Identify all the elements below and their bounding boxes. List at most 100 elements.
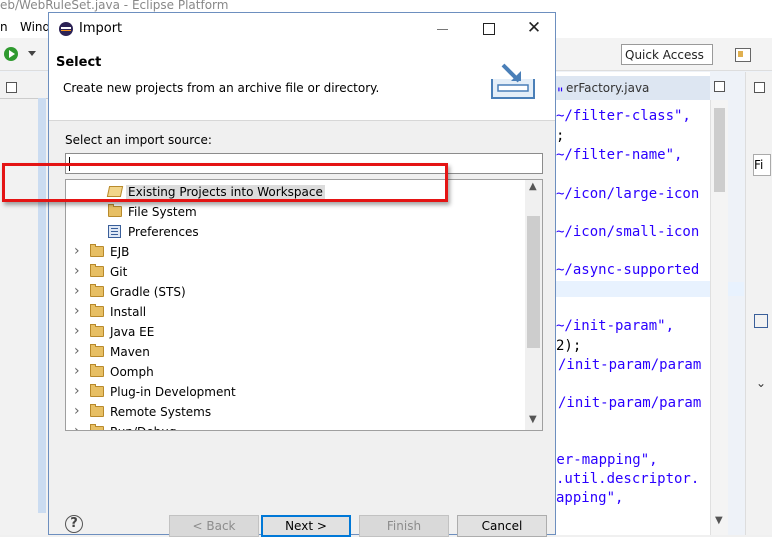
folder-icon [90, 384, 104, 397]
tree-item-label: Maven [110, 345, 150, 359]
folder-icon [90, 264, 104, 277]
maximize-icon[interactable] [483, 23, 495, 35]
tree-scroll-thumb[interactable] [527, 216, 540, 348]
code-line: ~/filter-name", [556, 147, 683, 163]
code-line: ~/filter-class", [556, 108, 691, 124]
run-icon[interactable] [4, 47, 18, 61]
expand-chevron-icon[interactable]: › [74, 283, 80, 299]
dialog-header: Select Create new projects from an archi… [49, 45, 555, 121]
right-view-stack: Fi ⌄ [745, 72, 772, 535]
folder-icon [90, 324, 104, 337]
expand-chevron-icon[interactable]: › [74, 323, 80, 339]
folder-icon [90, 244, 104, 257]
editor-tab[interactable]: erFactory.java [556, 76, 710, 100]
editor-scrollbar[interactable]: ▼ [710, 100, 728, 535]
next-button[interactable]: Next > [261, 515, 351, 537]
code-line: ter-mapping", [548, 452, 658, 468]
chevron-down-icon[interactable]: ▼ [529, 414, 537, 425]
tree-item-label: File System [128, 205, 197, 219]
outline-view-icon[interactable] [754, 82, 765, 93]
code-line: ~/init-param", [556, 318, 675, 334]
chevron-up-icon[interactable]: ▲ [529, 181, 537, 192]
expand-chevron-icon[interactable]: › [74, 343, 80, 359]
tree-item-label: EJB [110, 245, 130, 259]
tree-item-label: Oomph [110, 365, 154, 379]
folder-icon [90, 304, 104, 317]
tree-item-label: Remote Systems [110, 405, 212, 419]
tree-item[interactable]: › Run/Debug [66, 422, 526, 430]
chevron-down-icon[interactable]: ▼ [715, 515, 723, 526]
open-perspective-icon[interactable] [735, 48, 751, 62]
code-line: ~/icon/small-icon [556, 224, 700, 240]
tree-item-label: Plug-in Development [110, 385, 236, 399]
tree-scrollbar[interactable]: ▲ ▼ [525, 180, 542, 430]
code-line: ~/async-supported [556, 262, 700, 278]
tree-item[interactable]: › Plug-in Development [66, 382, 526, 402]
tree-item[interactable]: Preferences [66, 222, 526, 242]
cancel-button[interactable]: Cancel [457, 515, 547, 537]
page-description: Create new projects from an archive file… [63, 81, 380, 95]
import-wizard-icon [491, 63, 535, 99]
folder-icon [90, 424, 104, 430]
editor-tab-label: erFactory.java [566, 81, 650, 95]
workbench-title: eb/WebRuleSet.java - Eclipse Platform [0, 0, 229, 12]
tree-item-label: Git [110, 265, 128, 279]
expand-chevron-icon[interactable]: › [74, 403, 80, 419]
tree-item[interactable]: › Oomph [66, 362, 526, 382]
menu-item-window-fragment-1[interactable]: n [0, 20, 8, 34]
overview-marker [728, 282, 744, 296]
folder-icon [108, 204, 122, 217]
tree-item[interactable]: File System [66, 202, 526, 222]
tree-item[interactable]: › Maven [66, 342, 526, 362]
import-dialog: Import ✕ Select Create new projects from… [48, 12, 556, 537]
menu-item-window[interactable]: Wind [20, 20, 50, 34]
tree-item[interactable]: › EJB [66, 242, 526, 262]
code-line: .util.descriptor. [556, 471, 700, 487]
page-title: Select [56, 55, 102, 70]
folder-icon [90, 284, 104, 297]
expand-chevron-icon[interactable]: › [74, 243, 80, 259]
expand-chevron-icon[interactable]: › [74, 263, 80, 279]
import-source-tree[interactable]: Existing Projects into Workspace File Sys… [65, 179, 543, 431]
close-icon[interactable]: ✕ [525, 19, 543, 37]
folder-icon [90, 344, 104, 357]
tree-item[interactable]: › Remote Systems [66, 402, 526, 422]
tree-item[interactable]: › Install [66, 302, 526, 322]
minimize-view-icon[interactable] [6, 82, 17, 93]
finish-button[interactable]: Finish [359, 515, 449, 537]
minimize-icon[interactable] [435, 21, 451, 37]
current-line-highlight [556, 281, 710, 297]
task-list-icon[interactable] [754, 314, 768, 328]
code-line: ~/icon/large-icon [556, 186, 700, 202]
right-filter-field[interactable]: Fi [753, 154, 771, 176]
editor-minimize-icon[interactable] [714, 81, 725, 92]
code-line: apping", [556, 490, 624, 506]
tree-item[interactable]: › Git [66, 262, 526, 282]
code-line: ; [556, 128, 565, 144]
tree-item-label: Preferences [128, 225, 199, 239]
expand-chevron-icon[interactable]: › [74, 383, 80, 399]
expand-chevron-icon[interactable]: › [74, 423, 80, 430]
left-view-strip [38, 98, 46, 513]
quick-access-input[interactable]: Quick Access [621, 44, 713, 65]
folder-icon [90, 404, 104, 417]
dialog-title: Import [79, 21, 123, 36]
editor-scroll-thumb[interactable] [714, 108, 725, 192]
tree-item-label: Install [110, 305, 147, 319]
import-source-label: Select an import source: [65, 133, 212, 147]
tree-item-label: Java EE [110, 325, 155, 339]
preferences-icon [108, 225, 121, 238]
highlight-annotation-box [2, 163, 448, 202]
tree-item[interactable]: › Gradle (STS) [66, 282, 526, 302]
back-button[interactable]: < Back [169, 515, 259, 537]
help-icon[interactable]: ? [65, 515, 83, 533]
folder-icon [90, 364, 104, 377]
expand-chevron-icon[interactable]: › [74, 303, 80, 319]
eclipse-icon [59, 22, 73, 36]
code-line: 2); [556, 338, 582, 354]
expand-chevron-icon[interactable]: › [74, 363, 80, 379]
chevron-down-icon[interactable]: ⌄ [756, 376, 766, 390]
tree-item[interactable]: › Java EE [66, 322, 526, 342]
run-dropdown-icon[interactable] [28, 51, 36, 56]
tree-item-label: Gradle (STS) [110, 285, 186, 299]
